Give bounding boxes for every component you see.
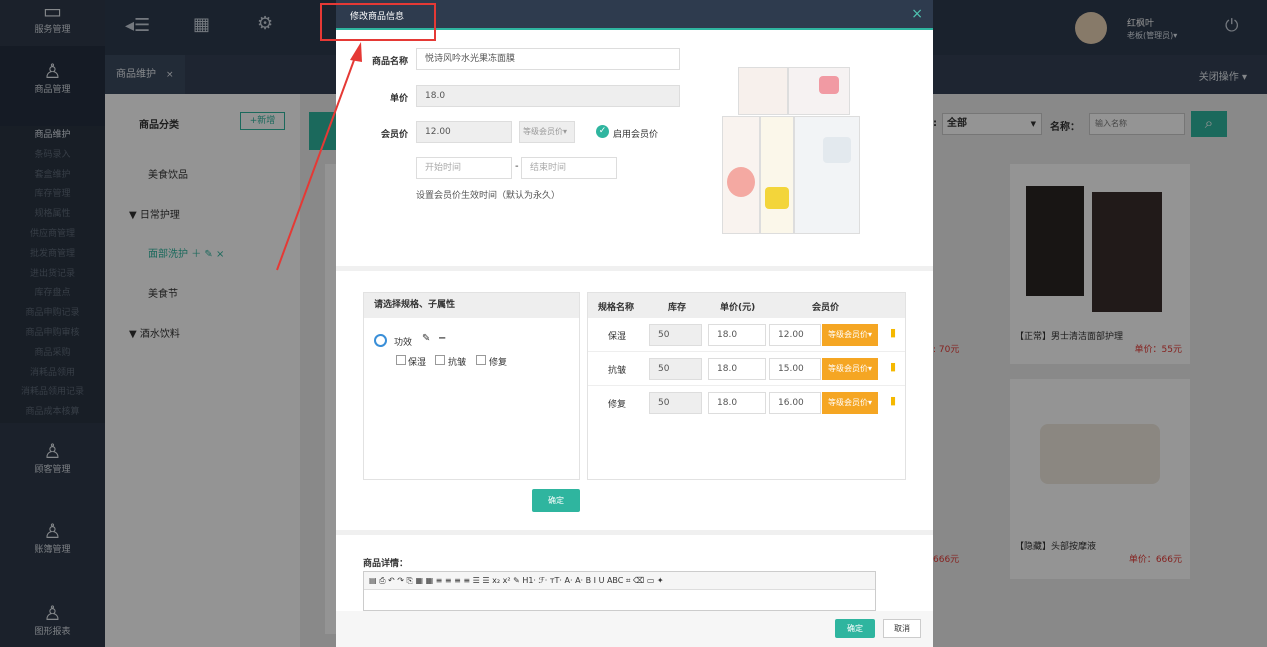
- annotation-arrow: [276, 42, 362, 271]
